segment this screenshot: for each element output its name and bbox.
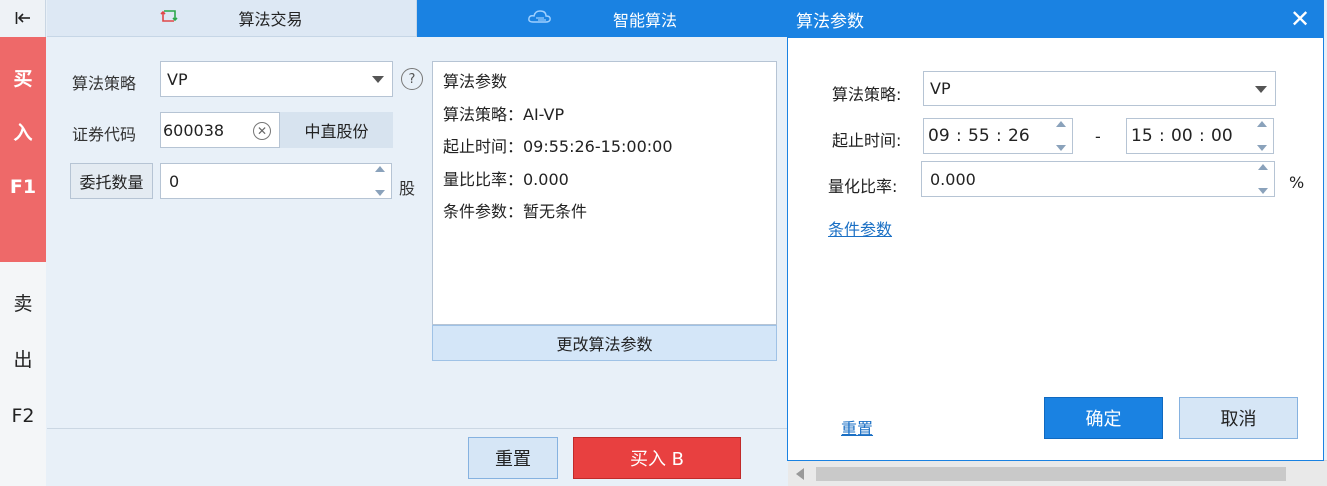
dialog-ratio-label: 量化比率: <box>828 177 898 196</box>
buy-tab-char-2: 入 <box>13 122 33 144</box>
qty-label-button[interactable]: 委托数量 <box>70 163 153 199</box>
order-panel: 算法策略 VP ? 证券代码 600038 ✕ 中直股份 委托数量 0 股 算法… <box>47 37 787 486</box>
arrow-up-icon[interactable] <box>375 166 385 172</box>
collapse-left-icon[interactable] <box>0 0 46 36</box>
close-icon[interactable]: ✕ <box>1287 5 1313 33</box>
arrow-up-icon[interactable] <box>1056 121 1066 127</box>
time-range-dash: - <box>1095 127 1101 146</box>
tab-smart-algo[interactable]: 智能算法 <box>417 0 787 37</box>
start-hour[interactable]: 09 <box>928 126 956 146</box>
dialog-title: 算法参数 <box>796 12 864 32</box>
tab-smart-algo-label: 智能算法 <box>612 10 677 30</box>
end-hour[interactable]: 15 <box>1131 126 1159 146</box>
dialog-strategy-value: VP <box>930 79 951 98</box>
tab-bar: 算法交易 智能算法 <box>47 0 787 37</box>
dialog-time-label: 起止时间: <box>832 131 902 150</box>
arrow-up-icon[interactable] <box>1258 164 1268 170</box>
scrollbar-thumb[interactable] <box>816 467 1286 481</box>
start-minute[interactable]: 55 <box>968 126 996 146</box>
horizontal-scrollbar[interactable] <box>788 460 1327 486</box>
chevron-down-icon <box>1255 86 1267 93</box>
strategy-label: 算法策略 <box>72 74 137 93</box>
sell-tab-hotkey: F2 <box>11 405 35 427</box>
security-code-input[interactable]: 600038 ✕ <box>160 112 280 148</box>
ratio-value: 0.000 <box>930 169 976 189</box>
spin-buttons[interactable] <box>371 166 389 196</box>
help-icon[interactable]: ? <box>401 68 423 90</box>
start-second[interactable]: 26 <box>1008 126 1036 146</box>
buy-tab[interactable]: 买 入 F1 <box>0 37 46 262</box>
change-params-button[interactable]: 更改算法参数 <box>432 325 777 361</box>
tab-algo-trade-label: 算法交易 <box>238 10 303 29</box>
arrow-down-icon[interactable] <box>1056 145 1066 151</box>
sell-tab-char-1: 卖 <box>13 293 33 315</box>
buy-tab-hotkey: F1 <box>9 176 37 198</box>
end-second[interactable]: 00 <box>1211 126 1239 146</box>
dialog-strategy-select[interactable]: VP <box>923 71 1276 106</box>
strategy-value: VP <box>167 69 188 89</box>
arrow-up-icon[interactable] <box>1257 121 1267 127</box>
params-summary-conditions: 条件参数：暂无条件 <box>443 202 588 221</box>
dialog-title-bar: 算法参数 ✕ <box>788 1 1323 38</box>
params-summary: 算法参数 算法策略：AI-VP 起止时间：09:55:26-15:00:00 量… <box>432 61 777 325</box>
sell-tab[interactable]: 卖 出 F2 <box>0 262 46 486</box>
reset-button[interactable]: 重置 <box>468 437 558 479</box>
clear-icon[interactable]: ✕ <box>253 122 271 140</box>
conditions-link[interactable]: 条件参数 <box>828 216 892 240</box>
quantity-stepper[interactable]: 0 <box>160 163 392 199</box>
ratio-unit: % <box>1289 173 1305 192</box>
quantity-value: 0 <box>169 171 180 191</box>
time-colon: : <box>956 126 962 146</box>
strategy-select[interactable]: VP <box>160 61 393 97</box>
divider <box>47 428 787 429</box>
params-summary-title: 算法参数 <box>443 72 508 91</box>
security-code-value: 600038 <box>163 120 225 140</box>
time-colon: : <box>1199 126 1205 146</box>
ok-button[interactable]: 确定 <box>1044 397 1163 439</box>
arrow-down-icon[interactable] <box>1257 145 1267 151</box>
algo-params-dialog: 算法参数 ✕ 算法策略: VP 起止时间: 09:55:26 - 15:00:0… <box>787 0 1324 461</box>
ratio-spin[interactable] <box>1254 164 1272 194</box>
time-colon: : <box>996 126 1002 146</box>
code-label: 证券代码 <box>72 125 137 144</box>
start-time-spin[interactable] <box>1052 121 1070 151</box>
cloud-icon <box>527 9 553 29</box>
transfer-icon <box>160 8 179 28</box>
side-nav: 买 入 F1 卖 出 F2 <box>0 0 46 486</box>
dialog-strategy-label: 算法策略: <box>832 85 902 104</box>
end-time-input[interactable]: 15:00:00 <box>1126 118 1274 154</box>
ratio-stepper[interactable]: 0.000 <box>921 161 1275 197</box>
params-summary-strategy: 算法策略：AI-VP <box>443 104 565 124</box>
cancel-button[interactable]: 取消 <box>1179 397 1298 439</box>
start-time-input[interactable]: 09:55:26 <box>923 118 1073 154</box>
time-colon: : <box>1159 126 1165 146</box>
buy-tab-char-1: 买 <box>13 68 33 90</box>
quantity-unit: 股 <box>399 179 416 198</box>
params-summary-ratio: 量比比率：0.000 <box>443 169 569 189</box>
scroll-left-icon[interactable] <box>796 468 804 480</box>
arrow-down-icon[interactable] <box>1258 188 1268 194</box>
stock-name: 中直股份 <box>280 112 393 148</box>
end-time-spin[interactable] <box>1253 121 1271 151</box>
arrow-down-icon[interactable] <box>375 190 385 196</box>
chevron-down-icon <box>372 76 384 83</box>
buy-button[interactable]: 买入 B <box>573 437 741 479</box>
end-minute[interactable]: 00 <box>1171 126 1199 146</box>
tab-algo-trade[interactable]: 算法交易 <box>47 0 417 37</box>
dialog-reset-link[interactable]: 重置 <box>841 415 873 439</box>
sell-tab-char-2: 出 <box>13 349 33 371</box>
params-summary-time: 起止时间：09:55:26-15:00:00 <box>443 137 673 156</box>
